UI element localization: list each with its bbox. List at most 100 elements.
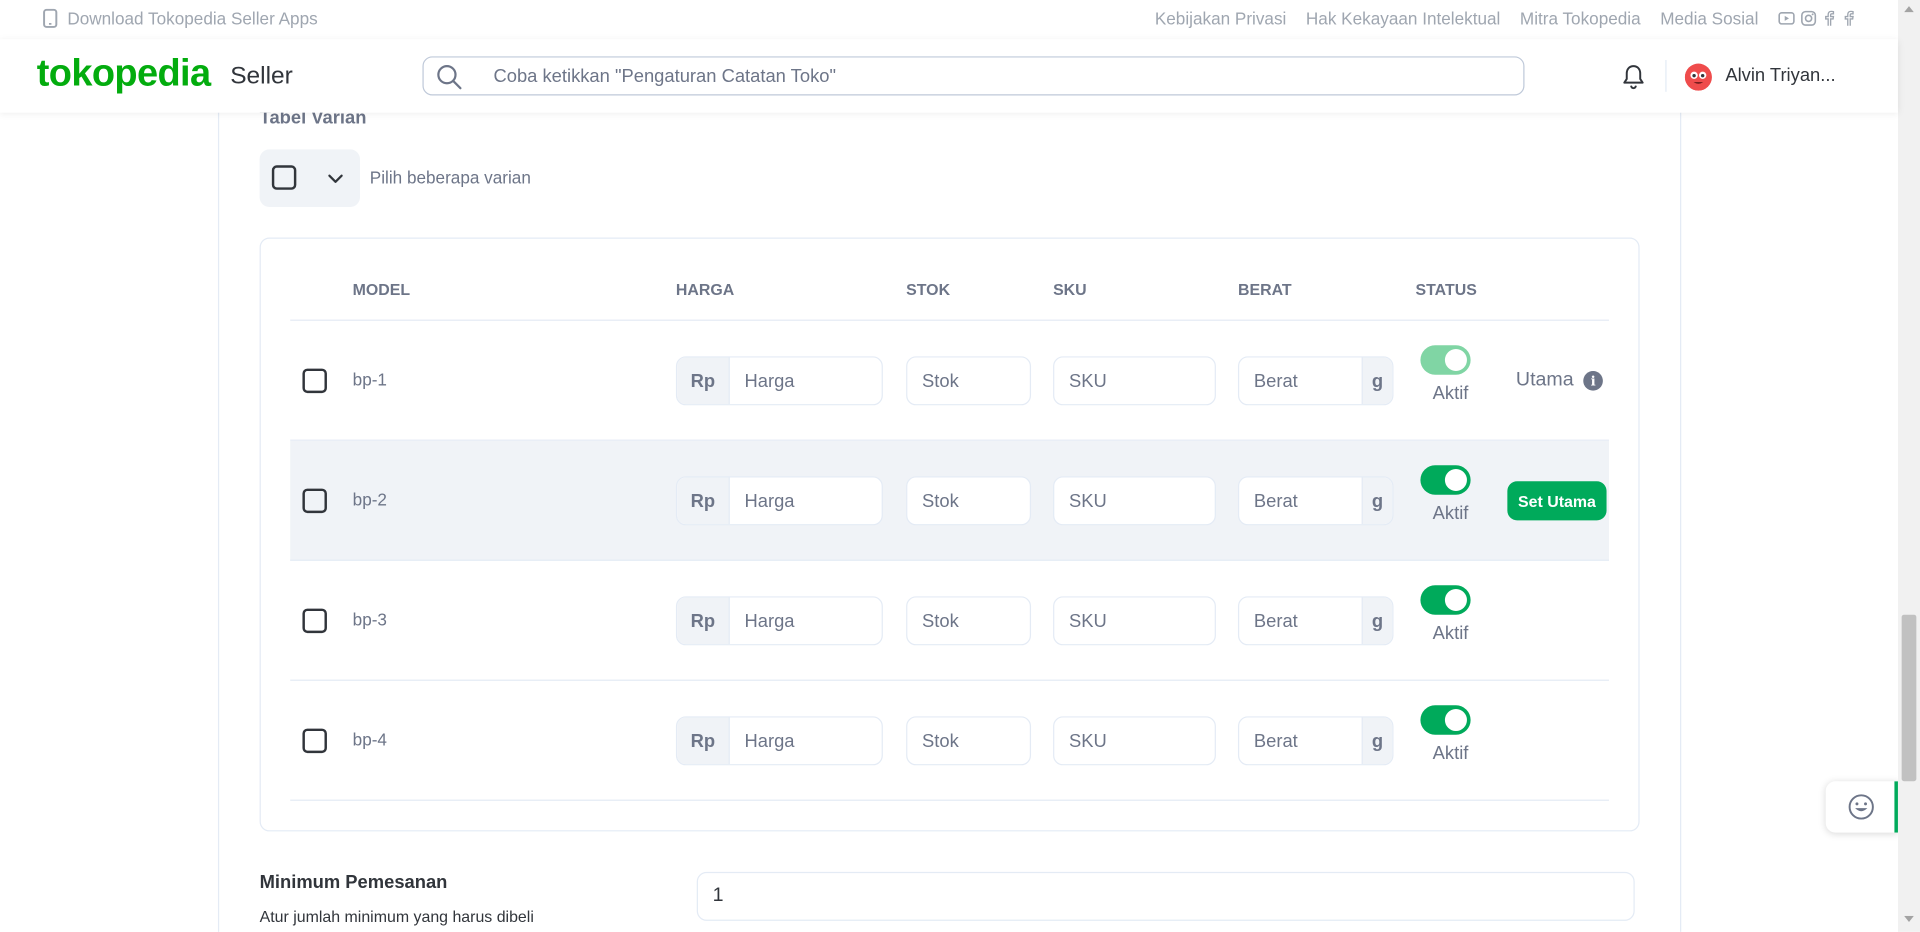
- row-checkbox[interactable]: [302, 488, 327, 514]
- facebook-icon[interactable]: [1842, 10, 1857, 27]
- variant-model: bp-1: [352, 369, 387, 390]
- stock-placeholder: Stok: [922, 490, 959, 512]
- price-prefix: Rp: [677, 477, 730, 525]
- sku-input[interactable]: SKU: [1053, 596, 1216, 646]
- weight-suffix: g: [1361, 717, 1393, 765]
- chevron-down-icon[interactable]: [327, 170, 344, 187]
- stock-input[interactable]: Stok: [906, 716, 1032, 766]
- min-order-input[interactable]: 1: [696, 871, 1635, 921]
- seller-label: Seller: [230, 62, 293, 90]
- row-checkbox[interactable]: [302, 608, 327, 634]
- price-placeholder: Harga: [744, 490, 795, 512]
- phone-icon: [43, 8, 58, 28]
- pick-variants-label: Pilih beberapa varian: [369, 167, 531, 188]
- stock-placeholder: Stok: [922, 610, 959, 632]
- price-prefix: Rp: [677, 717, 730, 765]
- sku-input[interactable]: SKU: [1053, 476, 1216, 526]
- price-input[interactable]: Rp Harga: [675, 716, 883, 766]
- header-divider: [1665, 60, 1667, 92]
- weight-input[interactable]: Berat g: [1237, 356, 1394, 406]
- youtube-icon[interactable]: [1778, 11, 1795, 26]
- sku-placeholder: SKU: [1068, 490, 1107, 512]
- search-box[interactable]: [422, 56, 1525, 96]
- scrollbar-thumb[interactable]: [1901, 614, 1917, 782]
- variant-model: bp-2: [352, 489, 387, 510]
- search-icon: [437, 65, 462, 90]
- status-toggle[interactable]: [1420, 345, 1471, 375]
- price-placeholder: Harga: [744, 610, 795, 632]
- status-label: Aktif: [1432, 623, 1469, 645]
- price-input[interactable]: Rp Harga: [675, 596, 883, 646]
- status-toggle[interactable]: [1420, 585, 1471, 615]
- select-all-checkbox[interactable]: [271, 165, 297, 190]
- min-order-title: Minimum Pemesanan: [259, 871, 448, 893]
- variant-model: bp-4: [352, 729, 387, 750]
- tokopedia-logo[interactable]: tokopedia: [37, 51, 211, 95]
- avatar[interactable]: [1684, 63, 1712, 91]
- price-placeholder: Harga: [744, 370, 795, 392]
- weight-placeholder: Berat: [1253, 730, 1298, 752]
- stock-input[interactable]: Stok: [906, 596, 1032, 646]
- variant-model: bp-3: [352, 609, 387, 630]
- col-stok: STOK: [906, 280, 951, 299]
- instagram-icon[interactable]: [1800, 10, 1817, 27]
- price-input[interactable]: Rp Harga: [675, 476, 883, 526]
- sku-placeholder: SKU: [1068, 730, 1107, 752]
- scrollbar[interactable]: [1897, 0, 1920, 932]
- row-checkbox[interactable]: [302, 728, 327, 754]
- main-variant-label: Utama: [1515, 369, 1574, 391]
- select-all-dropdown[interactable]: [259, 149, 361, 207]
- price-prefix: Rp: [677, 597, 730, 645]
- row-divider: [290, 799, 1609, 801]
- main-variant-indicator: Utama i: [1515, 369, 1604, 392]
- weight-suffix: g: [1361, 477, 1393, 525]
- feedback-widget[interactable]: [1825, 781, 1898, 833]
- link-social: Media Sosial: [1660, 8, 1759, 29]
- set-main-button[interactable]: Set Utama: [1507, 481, 1607, 521]
- scroll-up-icon[interactable]: [1904, 5, 1914, 13]
- col-model: MODEL: [352, 280, 411, 299]
- status-toggle[interactable]: [1420, 705, 1471, 735]
- stock-input[interactable]: Stok: [906, 476, 1032, 526]
- status-label: Aktif: [1432, 383, 1469, 405]
- sku-placeholder: SKU: [1068, 370, 1107, 392]
- scroll-down-icon[interactable]: [1904, 915, 1914, 923]
- col-sku: SKU: [1053, 280, 1087, 299]
- bell-icon[interactable]: [1621, 64, 1645, 91]
- download-app-link[interactable]: Download Tokopedia Seller Apps: [43, 8, 318, 29]
- user-name[interactable]: Alvin Triyan...: [1725, 65, 1835, 86]
- weight-input[interactable]: Berat g: [1237, 596, 1394, 646]
- price-prefix: Rp: [677, 357, 730, 405]
- link-ip[interactable]: Hak Kekayaan Intelektual: [1306, 9, 1500, 29]
- weight-placeholder: Berat: [1253, 610, 1298, 632]
- top-bar: Download Tokopedia Seller Apps Kebijakan…: [0, 0, 1898, 40]
- weight-placeholder: Berat: [1253, 490, 1298, 512]
- status-label: Aktif: [1432, 503, 1469, 525]
- info-icon[interactable]: i: [1583, 371, 1604, 391]
- sku-placeholder: SKU: [1068, 610, 1107, 632]
- weight-input[interactable]: Berat g: [1237, 716, 1394, 766]
- col-status: STATUS: [1415, 280, 1477, 299]
- header: tokopedia Seller Alvin Triyan...: [0, 39, 1898, 113]
- link-mitra[interactable]: Mitra Tokopedia: [1520, 9, 1641, 29]
- price-placeholder: Harga: [744, 730, 795, 752]
- stock-placeholder: Stok: [922, 370, 959, 392]
- price-input[interactable]: Rp Harga: [675, 356, 883, 406]
- weight-input[interactable]: Berat g: [1237, 476, 1394, 526]
- link-privacy[interactable]: Kebijakan Privasi: [1155, 9, 1286, 29]
- sku-input[interactable]: SKU: [1053, 716, 1216, 766]
- col-harga: HARGA: [675, 280, 735, 299]
- search-input[interactable]: [493, 65, 1474, 87]
- weight-suffix: g: [1361, 597, 1393, 645]
- weight-placeholder: Berat: [1253, 370, 1298, 392]
- row-checkbox[interactable]: [302, 368, 327, 394]
- status-toggle[interactable]: [1420, 465, 1471, 495]
- stock-input[interactable]: Stok: [906, 356, 1032, 406]
- weight-suffix: g: [1361, 357, 1393, 405]
- stock-placeholder: Stok: [922, 730, 959, 752]
- facebook-icon[interactable]: [1822, 10, 1837, 27]
- download-app-label: Download Tokopedia Seller Apps: [67, 8, 318, 29]
- status-label: Aktif: [1432, 743, 1469, 765]
- col-berat: BERAT: [1237, 280, 1292, 299]
- sku-input[interactable]: SKU: [1053, 356, 1216, 406]
